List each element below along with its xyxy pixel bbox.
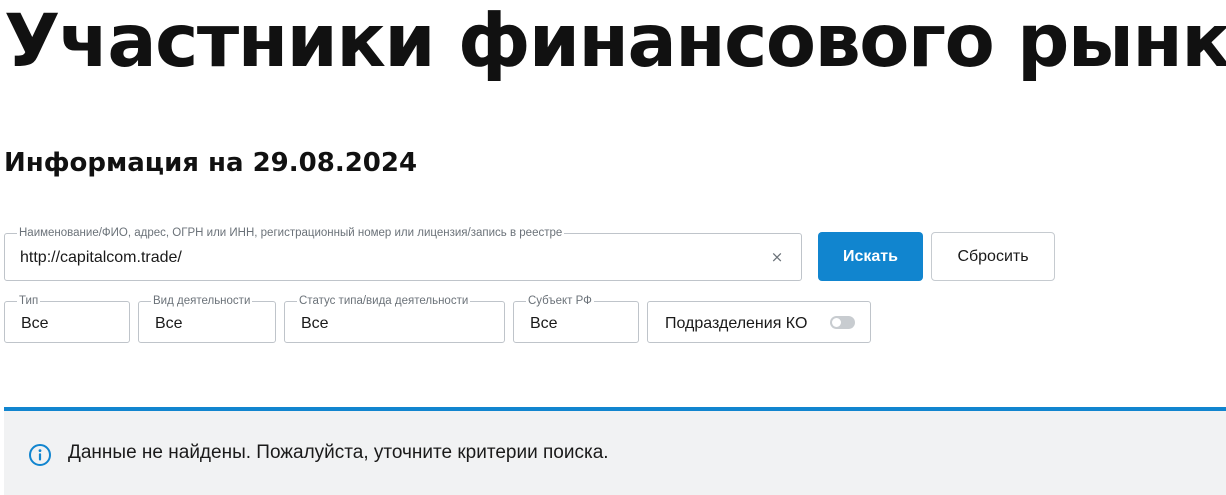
clear-icon[interactable]: × xyxy=(767,247,787,267)
filter-type-select[interactable]: Тип Все xyxy=(4,294,130,343)
filter-activity-value: Все xyxy=(155,315,183,332)
filter-type-value: Все xyxy=(21,315,49,332)
search-button[interactable]: Искать xyxy=(818,232,923,281)
filter-status-value: Все xyxy=(301,315,329,332)
no-results-notice: Данные не найдены. Пожалуйста, уточните … xyxy=(4,407,1226,495)
filter-region-legend: Субъект РФ xyxy=(526,294,594,308)
reset-button[interactable]: Сбросить xyxy=(931,232,1055,281)
ko-divisions-toggle-switch[interactable] xyxy=(830,316,855,329)
filter-type-legend: Тип xyxy=(17,294,41,308)
ko-divisions-toggle-field[interactable]: Подразделения КО xyxy=(647,301,871,343)
filter-region-value: Все xyxy=(530,315,558,332)
filter-activity-legend: Вид деятельности xyxy=(151,294,253,308)
page: Участники финансового рынка Информация н… xyxy=(0,0,1226,495)
info-icon xyxy=(29,444,51,466)
toggle-knob xyxy=(832,318,841,327)
search-field-legend: Наименование/ФИО, адрес, ОГРН или ИНН, р… xyxy=(17,226,565,240)
filter-status-legend: Статус типа/вида деятельности xyxy=(297,294,471,308)
info-date-heading: Информация на 29.08.2024 xyxy=(4,148,418,178)
filter-activity-select[interactable]: Вид деятельности Все xyxy=(138,294,276,343)
page-title: Участники финансового рынка xyxy=(4,0,1226,84)
filter-region-select[interactable]: Субъект РФ Все xyxy=(513,294,639,343)
search-input[interactable] xyxy=(20,246,760,270)
search-field: Наименование/ФИО, адрес, ОГРН или ИНН, р… xyxy=(4,226,802,281)
no-results-message: Данные не найдены. Пожалуйста, уточните … xyxy=(68,442,609,463)
ko-divisions-toggle-label: Подразделения КО xyxy=(665,315,808,332)
filter-status-select[interactable]: Статус типа/вида деятельности Все xyxy=(284,294,505,343)
